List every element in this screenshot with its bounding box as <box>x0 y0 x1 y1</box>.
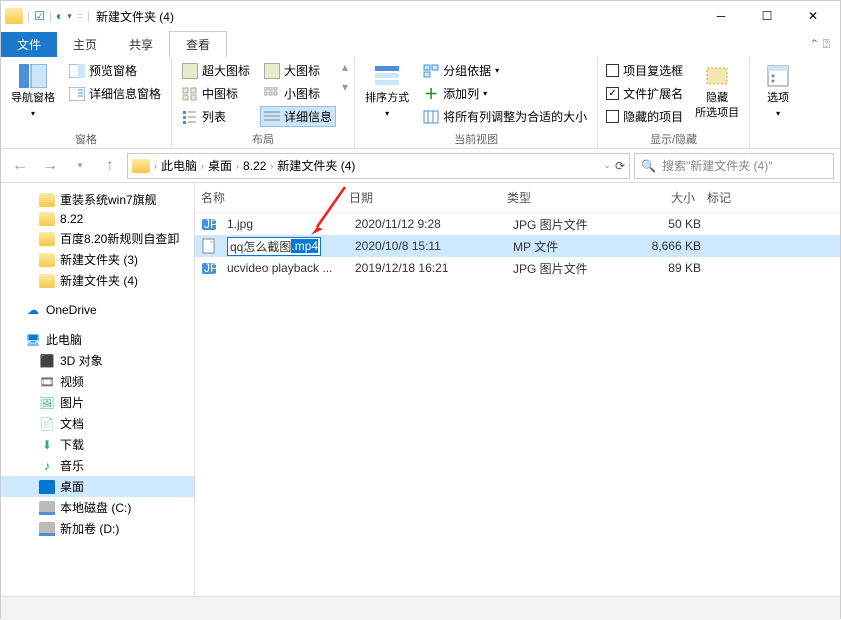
breadcrumb-item[interactable]: 8.22› <box>243 159 273 173</box>
tree-item[interactable]: 重装系统win7旗舰 <box>1 189 194 210</box>
tree-item[interactable]: 📄文档 <box>1 413 194 434</box>
search-placeholder: 搜索"新建文件夹 (4)" <box>662 157 773 174</box>
tree-item[interactable]: 新建文件夹 (4) <box>1 270 194 291</box>
search-box[interactable]: 🔍 搜索"新建文件夹 (4)" <box>634 153 834 179</box>
col-tag[interactable]: 标记 <box>701 187 761 208</box>
content-area: 重装系统win7旗舰8.22百度8.20新规则自查卸新建文件夹 (3)新建文件夹… <box>1 183 840 596</box>
tab-file[interactable]: 文件 <box>1 32 57 57</box>
tree-item[interactable]: 🎞视频 <box>1 371 194 392</box>
tree-item[interactable]: 8.22 <box>1 210 194 228</box>
ribbon: 导航窗格 ▾ 预览窗格 详细信息窗格 窗格 超大图标 中图标 列表 大图标 小图… <box>1 57 840 149</box>
add-column-button[interactable]: ＋添加列 ▾ <box>419 83 591 104</box>
quick-access-toolbar: | ☑ | ◐ ▾ = | <box>5 8 90 24</box>
tree-item[interactable]: ⬇下载 <box>1 434 194 455</box>
fit-columns-button[interactable]: 将所有列调整为合适的大小 <box>419 106 591 127</box>
dropdown-icon: ▾ <box>385 107 389 120</box>
file-row[interactable]: JPG1.jpg2020/11/12 9:28JPG 图片文件50 KB <box>195 213 840 235</box>
hide-selected-button[interactable]: 隐藏 所选项目 <box>691 60 743 122</box>
file-ext-toggle[interactable]: ✓文件扩展名 <box>604 83 685 104</box>
window-title: 新建文件夹 (4) <box>96 8 174 25</box>
layout-medium[interactable]: 中图标 <box>178 83 254 104</box>
item-checkbox-toggle[interactable]: 项目复选框 <box>604 60 685 81</box>
tree-item[interactable]: 桌面 <box>1 476 194 497</box>
titlebar: | ☑ | ◐ ▾ = | 新建文件夹 (4) ─ ☐ ✕ <box>1 1 840 31</box>
ribbon-group-options: 选项 ▾ <box>750 57 806 148</box>
hidden-items-toggle[interactable]: 隐藏的项目 <box>604 106 685 127</box>
tree-item[interactable]: 新建文件夹 (3) <box>1 249 194 270</box>
tree-item[interactable]: 百度8.20新规则自查卸 <box>1 228 194 249</box>
tree-item[interactable]: ⬛3D 对象 <box>1 350 194 371</box>
up-button[interactable]: ↑ <box>97 153 123 179</box>
scroll-up-icon[interactable]: ▴ <box>342 60 348 74</box>
breadcrumb-item[interactable]: 此电脑› <box>161 157 204 174</box>
folder-icon <box>5 8 23 24</box>
svg-text:JPG: JPG <box>204 217 217 231</box>
layout-extralarge[interactable]: 超大图标 <box>178 60 254 81</box>
tree-item[interactable]: ☁OneDrive <box>1 301 194 319</box>
refresh-icon[interactable]: ⟳ <box>615 159 625 173</box>
tab-home[interactable]: 主页 <box>57 32 113 57</box>
rename-input[interactable]: qq怎么截图.mp4 <box>227 237 321 256</box>
forward-button[interactable]: → <box>37 153 63 179</box>
search-icon: 🔍 <box>641 159 656 173</box>
tab-view[interactable]: 查看 <box>169 31 227 57</box>
file-icon: JPG <box>201 216 217 232</box>
layout-small[interactable]: 小图标 <box>260 83 336 104</box>
recent-dropdown[interactable]: ▾ <box>67 153 93 179</box>
nav-tree[interactable]: 重装系统win7旗舰8.22百度8.20新规则自查卸新建文件夹 (3)新建文件夹… <box>1 183 195 596</box>
nav-pane-button[interactable]: 导航窗格 ▾ <box>7 60 59 122</box>
sort-button[interactable]: 排序方式 ▾ <box>361 60 413 122</box>
tree-item[interactable]: 本地磁盘 (C:) <box>1 497 194 518</box>
breadcrumb-item[interactable]: 桌面› <box>208 157 239 174</box>
options-button[interactable]: 选项 ▾ <box>756 60 800 122</box>
col-size[interactable]: 大小 <box>619 187 701 208</box>
qat-properties-icon[interactable]: ◐ <box>56 9 63 23</box>
file-row[interactable]: JPGucvideo playback ...2019/12/18 16:21J… <box>195 257 840 279</box>
ribbon-group-currentview: 排序方式 ▾ 分组依据 ▾ ＋添加列 ▾ 将所有列调整为合适的大小 当前视图 <box>355 57 598 148</box>
preview-pane-button[interactable]: 预览窗格 <box>65 60 165 81</box>
dropdown-icon: ▾ <box>31 107 35 120</box>
address-dropdown-icon[interactable]: ⌄ <box>603 160 611 171</box>
file-row[interactable]: qq怎么截图.mp42020/10/8 15:11MP 文件8,666 KB <box>195 235 840 257</box>
ribbon-tabs: 文件 主页 共享 查看 ⌃ ⍰ <box>1 31 840 57</box>
column-headers[interactable]: 名称 日期 类型 大小 标记 <box>195 183 840 213</box>
address-bar[interactable]: › 此电脑› 桌面› 8.22› 新建文件夹 (4) ⌄ ⟳ <box>127 153 630 179</box>
tree-item[interactable]: 🖥此电脑 <box>1 329 194 350</box>
col-type[interactable]: 类型 <box>501 187 619 208</box>
ribbon-group-layout: 超大图标 中图标 列表 大图标 小图标 详细信息 ▴ ▾ 布局 <box>172 57 355 148</box>
minimize-button[interactable]: ─ <box>698 1 744 31</box>
maximize-button[interactable]: ☐ <box>744 1 790 31</box>
tab-share[interactable]: 共享 <box>113 32 169 57</box>
folder-icon <box>132 159 150 173</box>
statusbar <box>1 596 840 620</box>
ribbon-group-panes: 导航窗格 ▾ 预览窗格 详细信息窗格 窗格 <box>1 57 172 148</box>
ribbon-group-showhide: 项目复选框 ✓文件扩展名 隐藏的项目 隐藏 所选项目 显示/隐藏 <box>598 57 750 148</box>
svg-text:JPG: JPG <box>204 261 217 275</box>
tree-item[interactable]: ♪音乐 <box>1 455 194 476</box>
tree-item[interactable]: 新加卷 (D:) <box>1 518 194 539</box>
qat-checkbox-icon[interactable]: ☑ <box>34 9 45 23</box>
tree-item[interactable]: 🖼图片 <box>1 392 194 413</box>
col-name[interactable]: 名称 <box>195 187 343 208</box>
dropdown-icon: ▾ <box>776 107 780 120</box>
qat-dropdown-icon[interactable]: ▾ <box>67 11 72 22</box>
dropdown-icon: ▾ <box>483 89 487 98</box>
back-button[interactable]: ← <box>7 153 33 179</box>
layout-large[interactable]: 大图标 <box>260 60 336 81</box>
file-icon <box>201 238 217 254</box>
file-icon: JPG <box>201 260 217 276</box>
layout-list[interactable]: 列表 <box>178 106 254 127</box>
group-by-button[interactable]: 分组依据 ▾ <box>419 60 591 81</box>
col-date[interactable]: 日期 <box>343 187 501 208</box>
breadcrumb-item[interactable]: 新建文件夹 (4) <box>277 157 355 174</box>
file-list[interactable]: 名称 日期 类型 大小 标记 JPG1.jpg2020/11/12 9:28JP… <box>195 183 840 596</box>
scroll-down-icon[interactable]: ▾ <box>342 80 348 94</box>
close-button[interactable]: ✕ <box>790 1 836 31</box>
dropdown-icon: ▾ <box>495 66 499 75</box>
ribbon-collapse-icon[interactable]: ⌃ ⍰ <box>799 37 840 52</box>
navbar: ← → ▾ ↑ › 此电脑› 桌面› 8.22› 新建文件夹 (4) ⌄ ⟳ 🔍… <box>1 149 840 183</box>
details-pane-button[interactable]: 详细信息窗格 <box>65 83 165 104</box>
layout-details[interactable]: 详细信息 <box>260 106 336 127</box>
